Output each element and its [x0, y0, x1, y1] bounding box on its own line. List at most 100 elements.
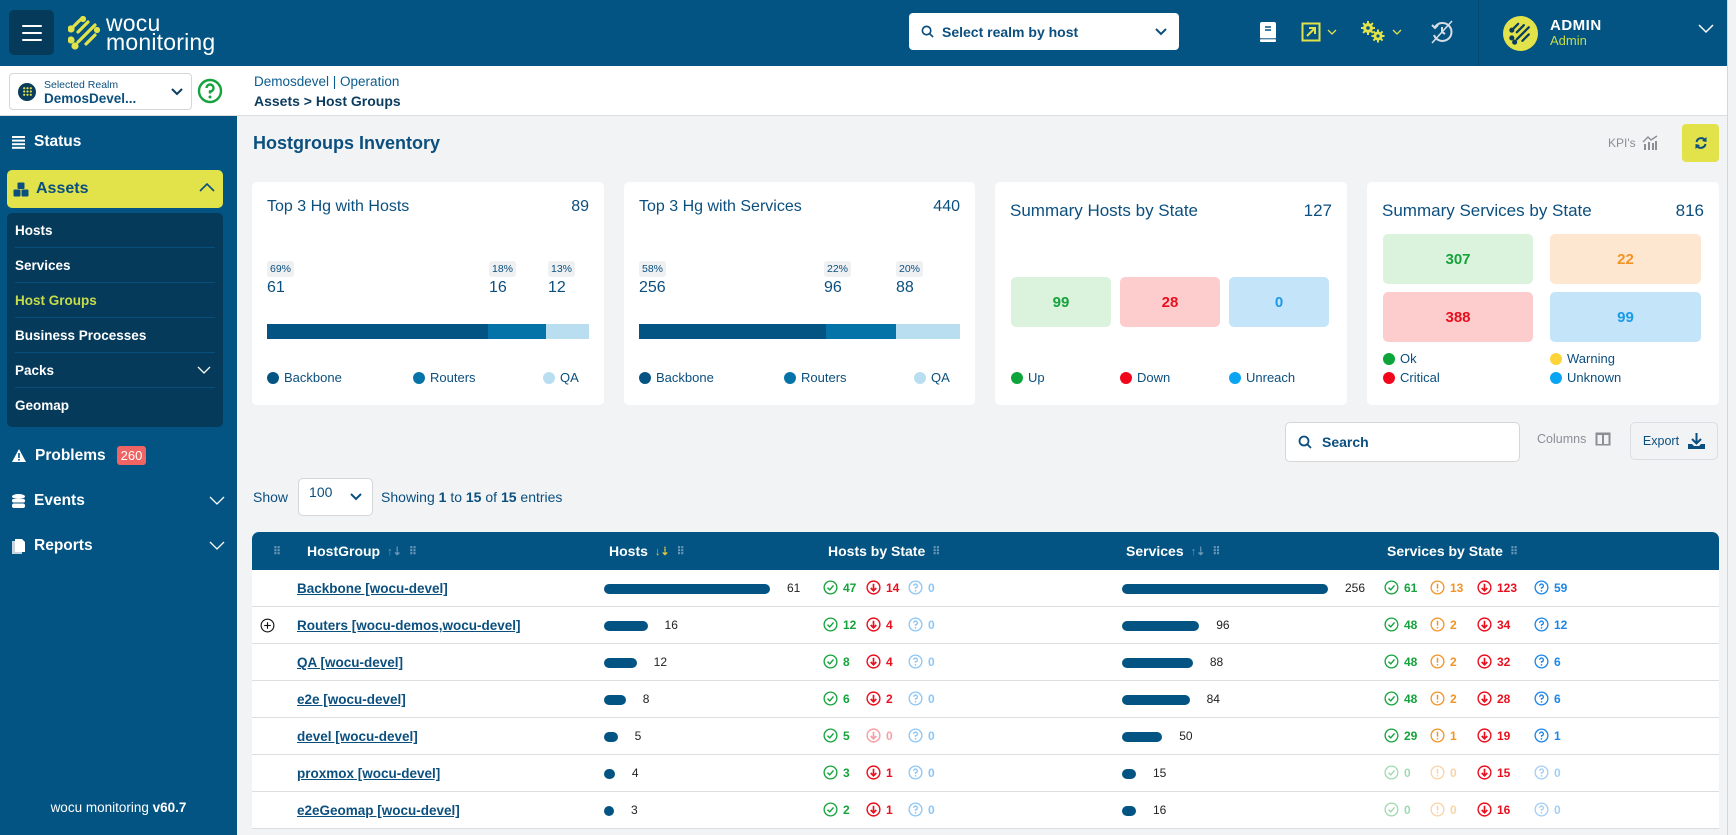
up-count[interactable]: 3 — [823, 765, 850, 780]
drag-handle-icon[interactable]: ⠿ — [409, 545, 417, 558]
hostgroup-link[interactable]: e2e [wocu-devel] — [297, 692, 406, 707]
table-row[interactable]: e2e [wocu-devel] 8 6 2 0 84 48 2 28 6 — [252, 681, 1719, 718]
table-row[interactable]: devel [wocu-devel] 5 5 0 0 50 29 1 19 1 — [252, 718, 1719, 755]
page-scrollbar[interactable] — [1727, 0, 1736, 835]
table-row[interactable]: QA [wocu-devel] 12 8 4 0 88 48 2 32 6 — [252, 644, 1719, 681]
external-links-menu[interactable] — [1301, 18, 1337, 46]
menu-toggle-button[interactable] — [9, 10, 54, 55]
warning-count[interactable]: 2 — [1430, 691, 1457, 706]
user-menu[interactable]: ADMIN Admin — [1478, 0, 1736, 66]
up-count[interactable]: 2 — [823, 802, 850, 817]
warning-count[interactable]: 2 — [1430, 654, 1457, 669]
services-warning-count[interactable]: 22 — [1550, 234, 1701, 284]
up-count[interactable]: 5 — [823, 728, 850, 743]
up-count[interactable]: 12 — [823, 617, 856, 632]
expand-row-icon[interactable] — [260, 618, 275, 633]
table-row[interactable]: Routers [wocu-demos,wocu-devel] 16 12 4 0 96 4… — [252, 607, 1719, 644]
sidebar-item-hosts[interactable]: Hosts — [15, 213, 215, 248]
page-size-select[interactable]: 100 — [298, 478, 374, 516]
unknown-count[interactable]: 6 — [1534, 691, 1561, 706]
sidebar-item-status[interactable]: Status — [12, 133, 81, 151]
hosts-unreach-count[interactable]: 0 — [1229, 277, 1329, 327]
unreach-count[interactable]: 0 — [908, 802, 935, 817]
column-header-services[interactable]: Services ↑⇣ ⠿ — [1126, 543, 1220, 559]
down-count[interactable]: 1 — [866, 802, 893, 817]
table-row[interactable]: Backbone [wocu-devel] 61 47 14 0 256 61 13 123 59 — [252, 570, 1719, 607]
app-logo[interactable]: wocu monitoring — [68, 12, 215, 54]
drag-handle-icon[interactable]: ⠿ — [1212, 545, 1220, 558]
services-ok-count[interactable]: 307 — [1383, 234, 1533, 284]
sidebar-item-assets[interactable]: Assets — [7, 170, 223, 208]
search-input[interactable]: Search — [1285, 422, 1520, 462]
column-header-hosts-by-state[interactable]: Hosts by State ⠿ — [828, 543, 940, 559]
critical-count[interactable]: 15 — [1477, 765, 1510, 780]
hostgroup-link[interactable]: e2eGeomap [wocu-devel] — [297, 803, 460, 818]
warning-count[interactable]: 1 — [1430, 728, 1457, 743]
ok-count[interactable]: 61 — [1384, 580, 1417, 595]
column-header-hosts[interactable]: Hosts ↓⇣ ⠿ — [609, 543, 685, 559]
sidebar-item-services[interactable]: Services — [15, 248, 215, 283]
sidebar-item-reports[interactable]: Reports — [12, 537, 225, 555]
unknown-count[interactable]: 6 — [1534, 654, 1561, 669]
down-count[interactable]: 1 — [866, 765, 893, 780]
column-header-hostgroup[interactable]: HostGroup ↑⇣ ⠿ — [307, 543, 417, 559]
hostgroup-link[interactable]: Backbone [wocu-devel] — [297, 581, 448, 596]
table-row[interactable]: proxmox [wocu-devel] 4 3 1 0 15 0 0 15 0 — [252, 755, 1719, 792]
critical-count[interactable]: 28 — [1477, 691, 1510, 706]
warning-count[interactable]: 0 — [1430, 802, 1457, 817]
sidebar-item-geomap[interactable]: Geomap — [15, 388, 215, 423]
down-count[interactable]: 4 — [866, 617, 893, 632]
up-count[interactable]: 47 — [823, 580, 856, 595]
up-count[interactable]: 8 — [823, 654, 850, 669]
ok-count[interactable]: 29 — [1384, 728, 1417, 743]
warning-count[interactable]: 0 — [1430, 765, 1457, 780]
hosts-up-count[interactable]: 99 — [1011, 277, 1111, 327]
ok-count[interactable]: 48 — [1384, 617, 1417, 632]
warning-count[interactable]: 13 — [1430, 580, 1463, 595]
table-row[interactable]: e2eGeomap [wocu-devel] 3 2 1 0 16 0 0 16 0 — [252, 792, 1719, 829]
critical-count[interactable]: 16 — [1477, 802, 1510, 817]
realm-selector[interactable]: Selected Realm DemosDevel... — [9, 73, 192, 110]
critical-count[interactable]: 123 — [1477, 580, 1517, 595]
ok-count[interactable]: 48 — [1384, 654, 1417, 669]
unknown-count[interactable]: 0 — [1534, 802, 1561, 817]
export-button[interactable]: Export — [1630, 422, 1718, 460]
drag-handle-icon[interactable]: ⠿ — [932, 545, 940, 558]
critical-count[interactable]: 32 — [1477, 654, 1510, 669]
sidebar-item-host-groups[interactable]: Host Groups — [15, 283, 215, 318]
hosts-down-count[interactable]: 28 — [1120, 277, 1220, 327]
drag-handle-icon[interactable]: ⠿ — [273, 545, 281, 558]
ok-count[interactable]: 0 — [1384, 765, 1411, 780]
unknown-count[interactable]: 1 — [1534, 728, 1561, 743]
drag-handle-icon[interactable]: ⠿ — [1510, 545, 1518, 558]
warning-count[interactable]: 2 — [1430, 617, 1457, 632]
hostgroup-link[interactable]: QA [wocu-devel] — [297, 655, 403, 670]
hostgroup-link[interactable]: proxmox [wocu-devel] — [297, 766, 440, 781]
columns-button[interactable]: Columns — [1537, 432, 1611, 446]
unreach-count[interactable]: 0 — [908, 654, 935, 669]
help-icon[interactable] — [197, 78, 223, 104]
services-unknown-count[interactable]: 99 — [1550, 292, 1701, 342]
realm-by-host-select[interactable]: Select realm by host — [909, 13, 1179, 50]
down-count[interactable]: 4 — [866, 654, 893, 669]
hostgroup-link[interactable]: Routers [wocu-demos,wocu-devel] — [297, 618, 521, 633]
column-header-services-by-state[interactable]: Services by State ⠿ — [1387, 543, 1518, 559]
sidebar-item-events[interactable]: Events — [12, 492, 225, 510]
down-count[interactable]: 0 — [866, 728, 893, 743]
drag-handle-icon[interactable]: ⠿ — [677, 545, 685, 558]
auto-refresh-toggle[interactable] — [1429, 18, 1455, 46]
unreach-count[interactable]: 0 — [908, 765, 935, 780]
unreach-count[interactable]: 0 — [908, 728, 935, 743]
sidebar-item-packs[interactable]: Packs — [15, 353, 215, 388]
ok-count[interactable]: 48 — [1384, 691, 1417, 706]
down-count[interactable]: 14 — [866, 580, 899, 595]
sidebar-item-problems[interactable]: Problems 260 — [12, 446, 147, 465]
unreach-count[interactable]: 0 — [908, 691, 935, 706]
settings-menu[interactable] — [1360, 18, 1402, 46]
sidebar-item-business-processes[interactable]: Business Processes — [15, 318, 215, 353]
unreach-count[interactable]: 0 — [908, 580, 935, 595]
ok-count[interactable]: 0 — [1384, 802, 1411, 817]
critical-count[interactable]: 19 — [1477, 728, 1510, 743]
unknown-count[interactable]: 12 — [1534, 617, 1567, 632]
up-count[interactable]: 6 — [823, 691, 850, 706]
